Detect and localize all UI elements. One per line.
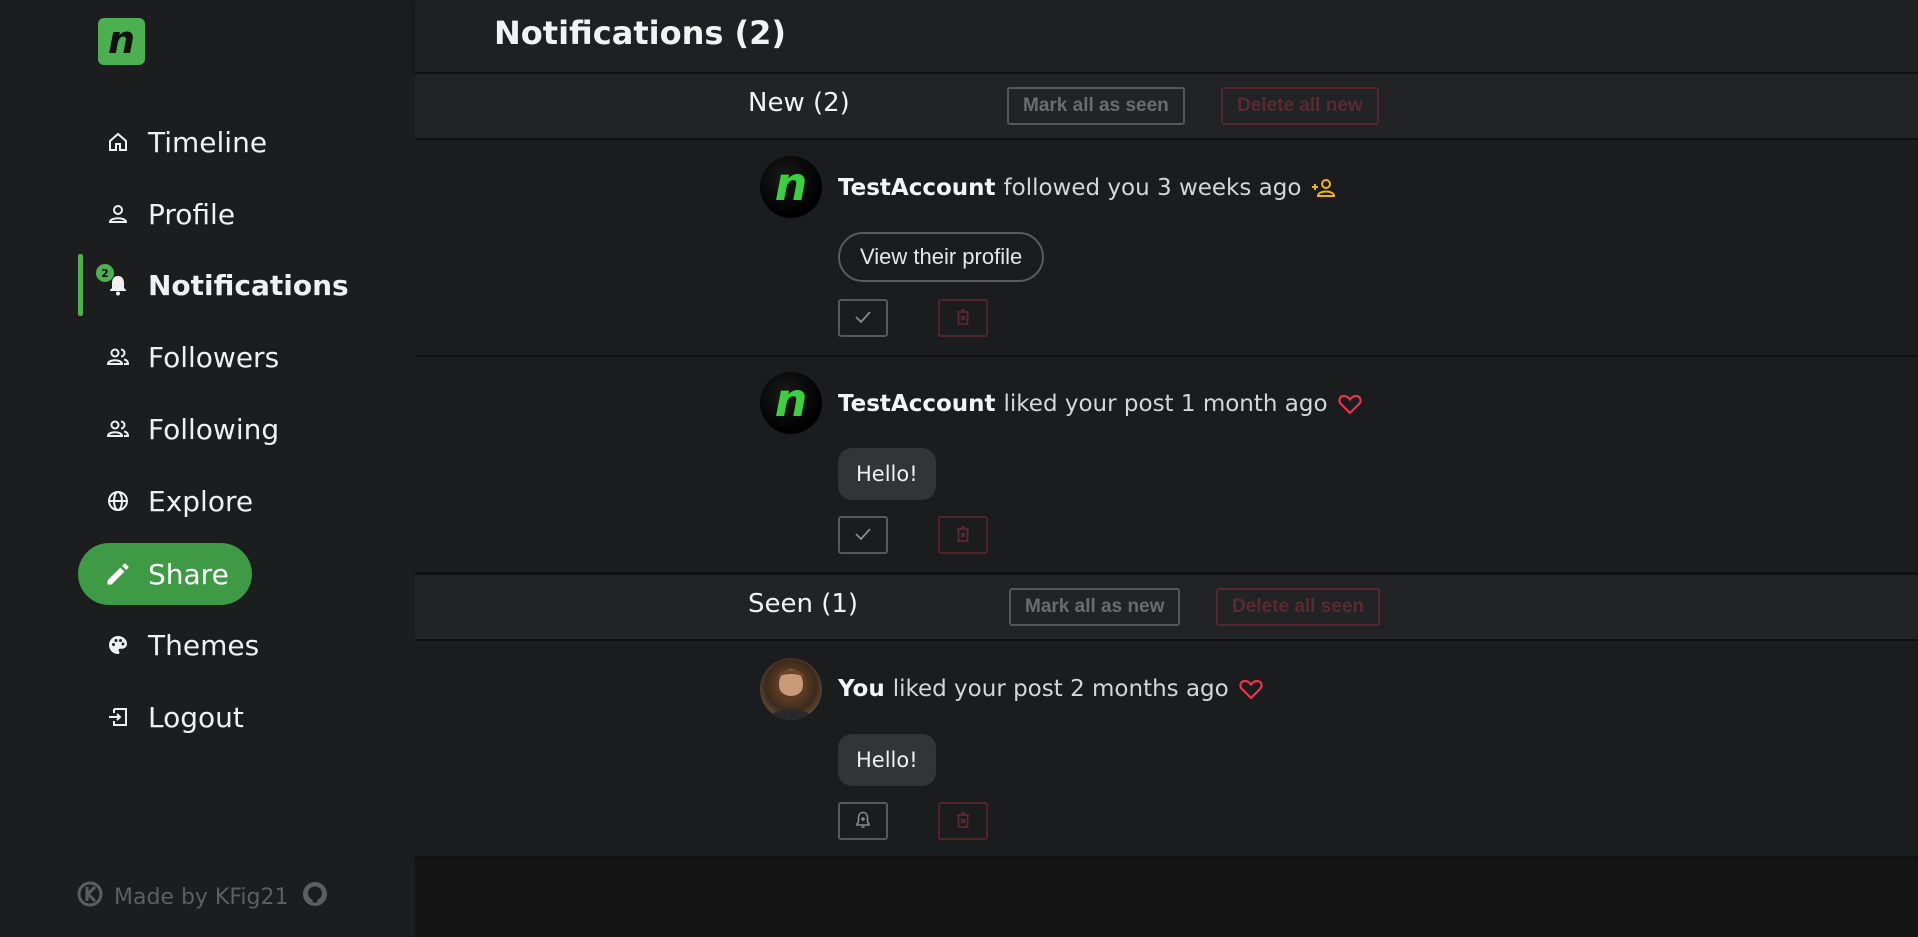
logo-letter: n bbox=[107, 17, 136, 62]
bell-add-icon bbox=[853, 810, 873, 833]
people-icon bbox=[104, 415, 132, 443]
seen-section-header: Seen (1) Mark all as new Delete all seen bbox=[415, 573, 1918, 641]
palette-icon bbox=[104, 631, 132, 659]
notification-user[interactable]: You bbox=[838, 676, 885, 702]
notification-badge: 2 bbox=[96, 264, 114, 282]
add-person-icon bbox=[1309, 174, 1337, 202]
heart-icon bbox=[1237, 675, 1265, 703]
avatar[interactable]: n bbox=[760, 156, 822, 218]
share-label: Share bbox=[148, 557, 229, 591]
logout-icon bbox=[104, 703, 132, 731]
user-photo bbox=[768, 669, 814, 720]
notification-item: You liked your post 2 months ago Hello! bbox=[415, 641, 1918, 858]
new-section-header: New (2) Mark all as seen Delete all new bbox=[415, 72, 1918, 140]
sidebar-item-profile[interactable]: Profile bbox=[78, 183, 378, 245]
trash-icon bbox=[953, 524, 973, 547]
check-icon bbox=[853, 524, 873, 547]
mark-all-seen-button[interactable]: Mark all as seen bbox=[1007, 87, 1185, 125]
app-logo[interactable]: n bbox=[98, 18, 145, 65]
page-title: Notifications (2) bbox=[494, 14, 787, 52]
sidebar-item-timeline[interactable]: Timeline bbox=[78, 111, 378, 173]
sidebar-item-themes[interactable]: Themes bbox=[78, 614, 378, 676]
notification-message: liked your post 1 month ago bbox=[1003, 391, 1328, 417]
footer-credit: Made by KFig21 bbox=[114, 884, 289, 910]
delete-all-seen-button[interactable]: Delete all seen bbox=[1216, 588, 1381, 626]
pencil-icon bbox=[104, 560, 132, 588]
people-icon bbox=[104, 343, 132, 371]
check-icon bbox=[853, 307, 873, 330]
main-content: Notifications (2) New (2) Mark all as se… bbox=[415, 0, 1918, 937]
new-section-title: New (2) bbox=[748, 88, 850, 118]
post-preview[interactable]: Hello! bbox=[838, 734, 936, 786]
notification-text: TestAccount followed you 3 weeks ago bbox=[838, 174, 1337, 202]
bell-icon: 2 bbox=[96, 264, 132, 299]
post-preview[interactable]: Hello! bbox=[838, 448, 936, 500]
sidebar-item-label: Followers bbox=[148, 340, 280, 374]
sidebar-item-label: Following bbox=[148, 412, 280, 446]
notification-text: TestAccount liked your post 1 month ago bbox=[838, 390, 1364, 418]
delete-notification-button[interactable] bbox=[938, 516, 988, 554]
person-icon bbox=[104, 200, 132, 228]
sidebar-item-label: Explore bbox=[148, 484, 254, 518]
sidebar-item-notifications[interactable]: 2 Notifications bbox=[78, 254, 378, 316]
delete-all-new-button[interactable]: Delete all new bbox=[1221, 87, 1379, 125]
sidebar-item-explore[interactable]: Explore bbox=[78, 470, 378, 532]
share-button[interactable]: Share bbox=[78, 543, 252, 605]
seen-section-title: Seen (1) bbox=[748, 589, 859, 619]
sidebar-item-label: Notifications bbox=[148, 268, 349, 302]
sidebar-item-logout[interactable]: Logout bbox=[78, 686, 378, 748]
mark-seen-button[interactable] bbox=[838, 516, 888, 554]
trash-icon bbox=[953, 307, 973, 330]
sidebar-item-label: Logout bbox=[148, 700, 244, 734]
notification-item: n TestAccount followed you 3 weeks ago V… bbox=[415, 140, 1918, 357]
notification-user[interactable]: TestAccount bbox=[838, 391, 996, 417]
top-bar: Notifications (2) bbox=[415, 0, 1918, 72]
delete-notification-button[interactable] bbox=[938, 299, 988, 337]
footer: Made by KFig21 bbox=[76, 880, 329, 914]
mark-all-new-button[interactable]: Mark all as new bbox=[1009, 588, 1181, 626]
mark-new-button[interactable] bbox=[838, 802, 888, 840]
heart-icon bbox=[1336, 390, 1364, 418]
notification-user[interactable]: TestAccount bbox=[838, 175, 996, 201]
sidebar: n Timeline Profile 2 Notifications Follo… bbox=[0, 0, 415, 937]
notification-item: n TestAccount liked your post 1 month ag… bbox=[415, 357, 1918, 574]
app: n Timeline Profile 2 Notifications Follo… bbox=[0, 0, 1918, 937]
avatar[interactable]: n bbox=[760, 372, 822, 434]
sidebar-item-followers[interactable]: Followers bbox=[78, 326, 378, 388]
delete-notification-button[interactable] bbox=[938, 802, 988, 840]
trash-icon bbox=[953, 810, 973, 833]
github-icon[interactable] bbox=[301, 880, 329, 914]
globe-icon bbox=[104, 487, 132, 515]
view-profile-button[interactable]: View their profile bbox=[838, 232, 1045, 282]
home-icon bbox=[104, 128, 132, 156]
notification-message: followed you 3 weeks ago bbox=[1003, 175, 1302, 201]
sidebar-item-label: Timeline bbox=[148, 125, 268, 159]
mark-seen-button[interactable] bbox=[838, 299, 888, 337]
k-logo-icon[interactable] bbox=[76, 880, 104, 914]
sidebar-item-label: Profile bbox=[148, 197, 236, 231]
sidebar-item-following[interactable]: Following bbox=[78, 398, 378, 460]
avatar[interactable] bbox=[760, 658, 822, 720]
notification-text: You liked your post 2 months ago bbox=[838, 675, 1265, 703]
sidebar-item-label: Themes bbox=[148, 628, 260, 662]
notification-message: liked your post 2 months ago bbox=[892, 676, 1229, 702]
